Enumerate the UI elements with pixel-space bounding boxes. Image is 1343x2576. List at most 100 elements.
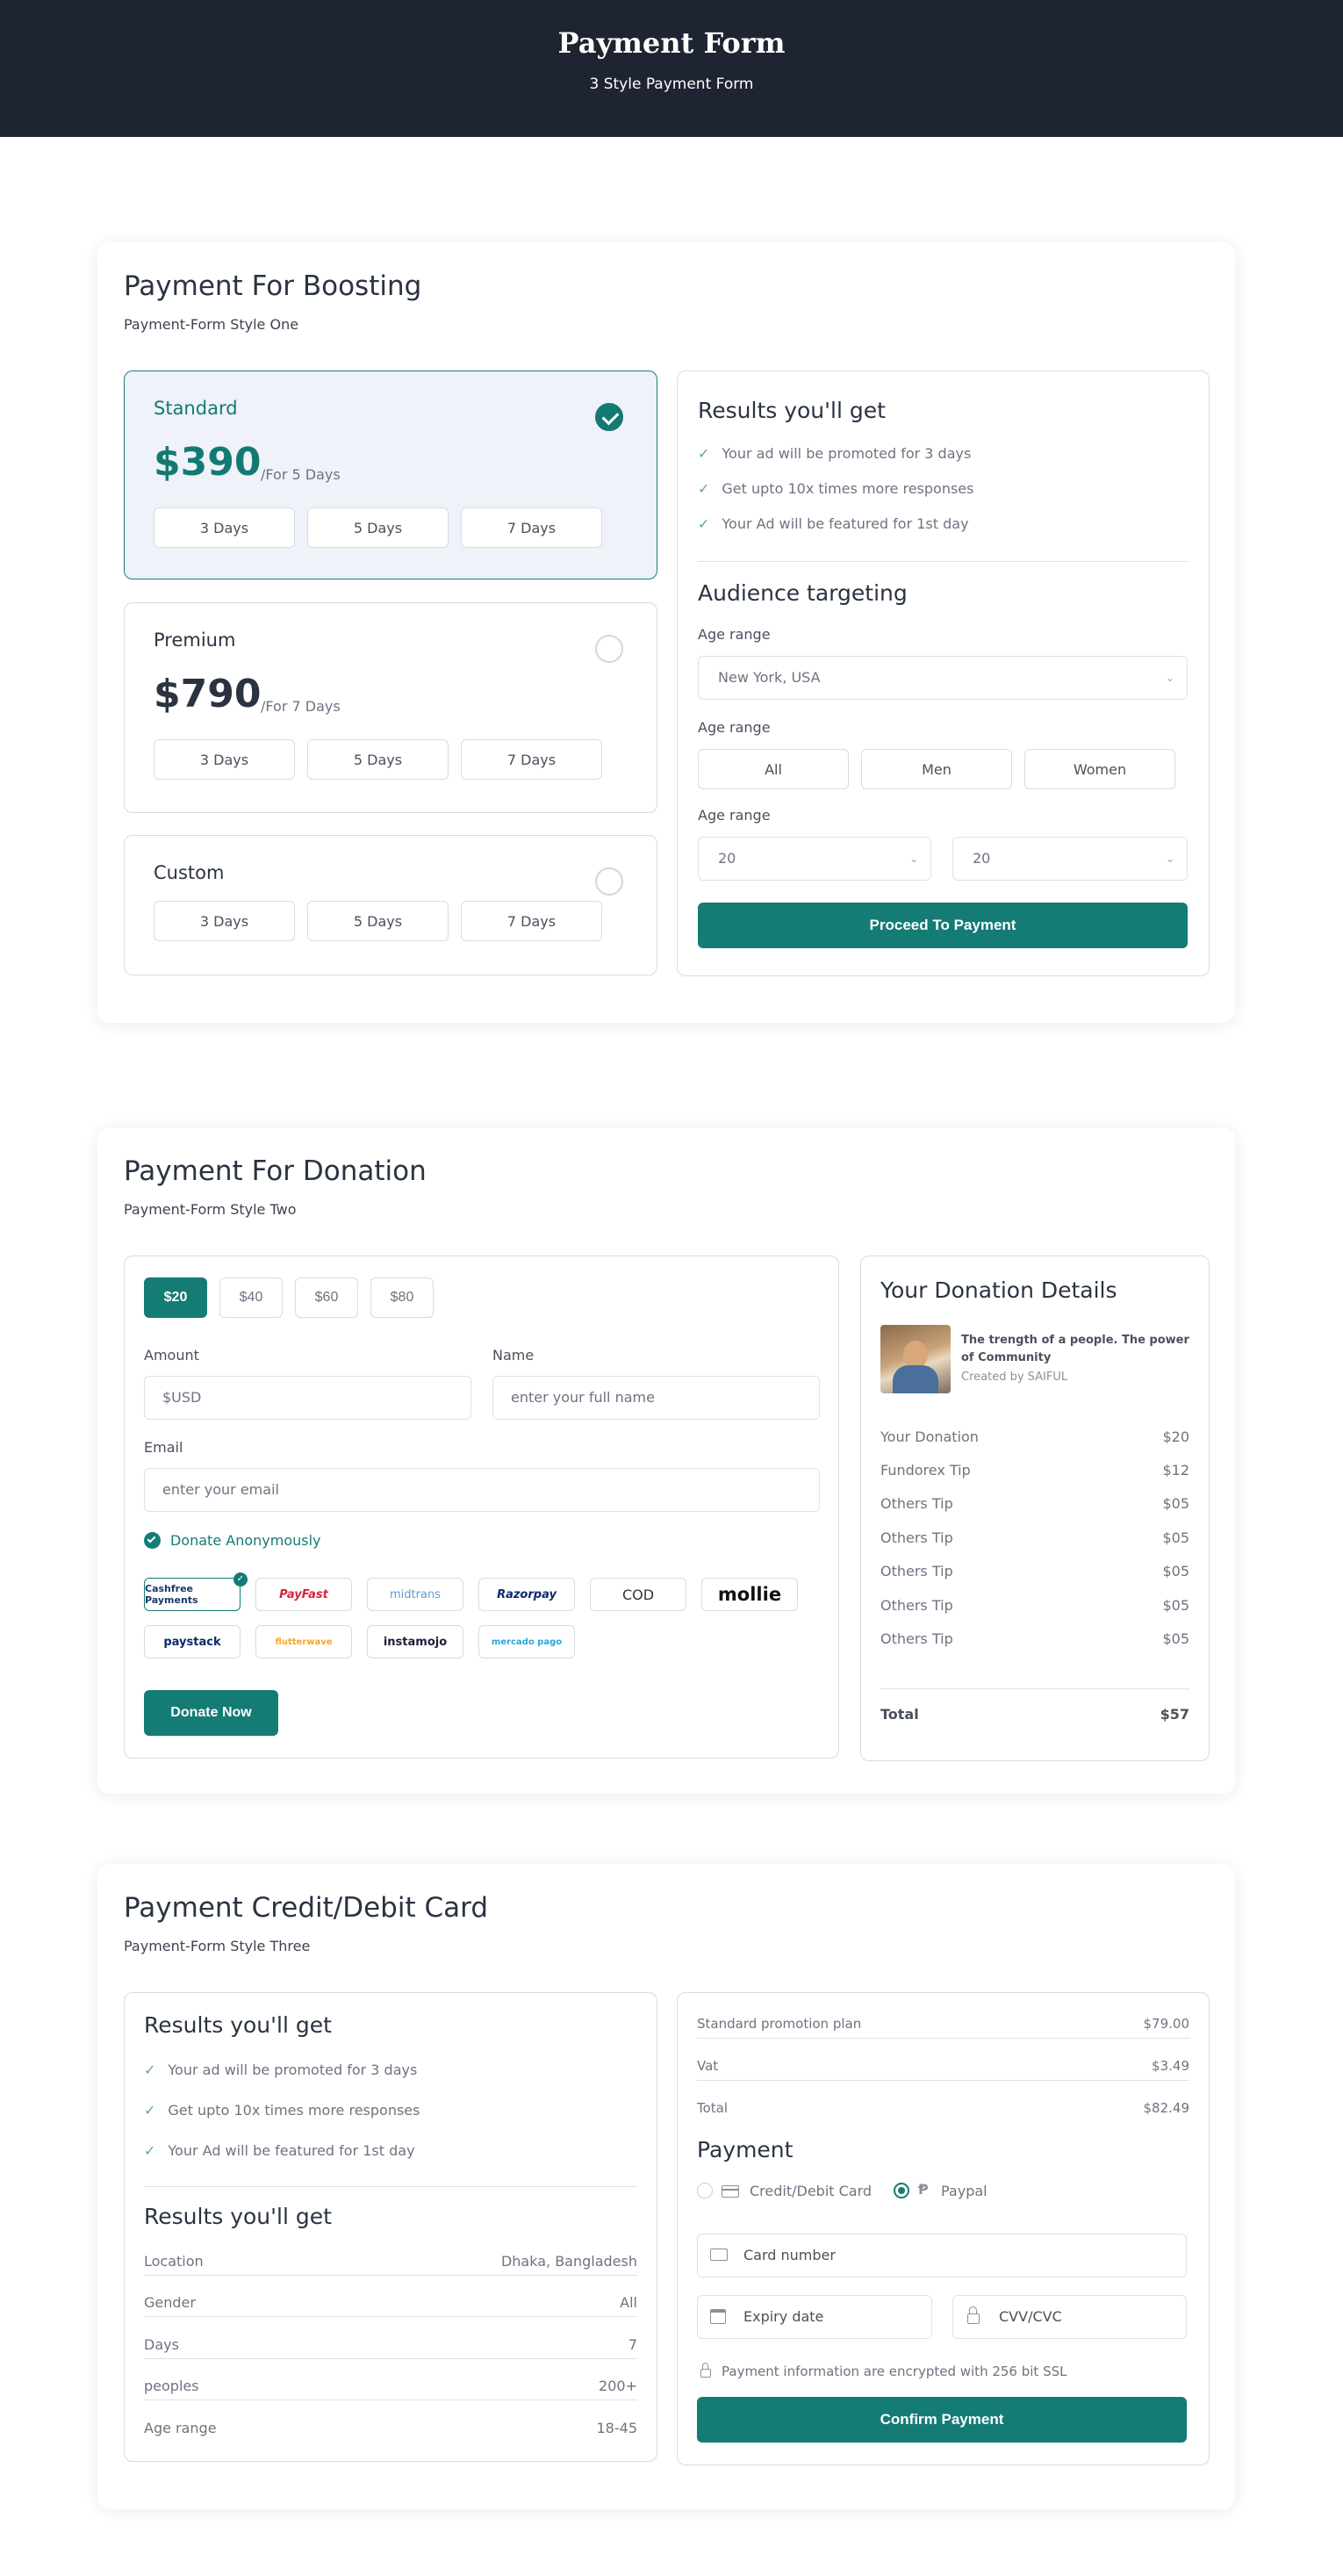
- amount-option[interactable]: $20: [144, 1277, 207, 1318]
- confirm-payment-button[interactable]: Confirm Payment: [697, 2397, 1187, 2443]
- gateway-paystack[interactable]: paystack: [144, 1625, 241, 1659]
- location-select[interactable]: New York, USA ⌄: [698, 656, 1188, 700]
- credit-card-icon: [710, 2249, 728, 2261]
- email-label: Email: [144, 1439, 183, 1456]
- day-option[interactable]: 7 Days: [461, 739, 602, 780]
- divider: [880, 1688, 1189, 1689]
- gateway-midtrans[interactable]: midtrans: [367, 1578, 463, 1611]
- check-icon: ✓: [698, 480, 710, 497]
- cvv-input[interactable]: CVV/CVC: [952, 2295, 1187, 2339]
- gender-men-button[interactable]: Men: [861, 749, 1012, 789]
- name-input[interactable]: enter your full name: [492, 1376, 820, 1420]
- card-method-label[interactable]: Credit/Debit Card: [750, 2183, 872, 2199]
- check-icon: ✓: [698, 515, 710, 532]
- day-option[interactable]: 3 Days: [154, 507, 295, 548]
- card-number-input[interactable]: Card number: [697, 2234, 1187, 2277]
- detail-row: Others Tip $05: [880, 1563, 1189, 1579]
- day-option[interactable]: 5 Days: [307, 507, 449, 548]
- result-item: ✓ Get upto 10x times more responses: [698, 480, 974, 497]
- boosting-card: Payment For Boosting Payment-Form Style …: [97, 242, 1235, 1023]
- plan-price: $790: [154, 672, 262, 716]
- credit-card-icon: [722, 2185, 739, 2198]
- gateway-instamojo[interactable]: instamojo: [367, 1625, 463, 1659]
- plan-price: $390: [154, 440, 262, 485]
- gateway-payfast[interactable]: PayFast: [255, 1578, 352, 1611]
- age-range-label: Age range: [698, 626, 771, 643]
- paypal-method-radio[interactable]: [894, 2183, 909, 2198]
- result-item: ✓ Your ad will be promoted for 3 days: [698, 445, 972, 462]
- chevron-down-icon: ⌄: [908, 853, 918, 865]
- results-title-2: Results you'll get: [144, 2204, 332, 2229]
- day-option[interactable]: 5 Days: [307, 901, 449, 941]
- email-input[interactable]: enter your email: [144, 1468, 820, 1512]
- plan-radio-checked[interactable]: [595, 403, 623, 431]
- day-option[interactable]: 7 Days: [461, 901, 602, 941]
- audience-title: Audience targeting: [698, 580, 908, 606]
- summary-row: Total $82.49: [697, 2100, 1189, 2116]
- gateway-razorpay[interactable]: Razorpay: [478, 1578, 575, 1611]
- expiry-input[interactable]: Expiry date: [697, 2295, 932, 2339]
- paypal-method-label[interactable]: Paypal: [941, 2183, 988, 2199]
- chevron-down-icon: ⌄: [1165, 672, 1174, 684]
- gateway-mercadopago[interactable]: mercado pago: [478, 1625, 575, 1659]
- section-title: Payment For Donation: [124, 1155, 427, 1187]
- donation-card: Payment For Donation Payment-Form Style …: [97, 1127, 1235, 1794]
- section-title: Payment For Boosting: [124, 270, 422, 302]
- divider: [698, 561, 1189, 562]
- campaign-creator: Created by SAIFUL: [961, 1371, 1068, 1384]
- total-row: Total $57: [880, 1706, 1189, 1723]
- plan-standard[interactable]: Standard $390 /For 5 Days 3 Days 5 Days …: [124, 371, 657, 579]
- check-icon: ✓: [144, 2062, 156, 2078]
- page-subtitle: 3 Style Payment Form: [589, 76, 754, 93]
- amount-option[interactable]: $40: [219, 1277, 283, 1318]
- donate-now-button[interactable]: Donate Now: [144, 1690, 278, 1736]
- payment-panel: Standard promotion plan $79.00 Vat $3.49 T…: [677, 1992, 1210, 2465]
- payment-title: Payment: [697, 2137, 794, 2162]
- results-panel: Results you'll get ✓ Your ad will be prom…: [677, 371, 1210, 976]
- detail-row: Others Tip $05: [880, 1597, 1189, 1614]
- calendar-icon: [710, 2309, 726, 2324]
- campaign-thumbnail: [880, 1325, 951, 1393]
- card-method-radio[interactable]: [697, 2183, 713, 2198]
- day-option[interactable]: 3 Days: [154, 901, 295, 941]
- anon-checkbox[interactable]: [144, 1532, 161, 1549]
- result-item: ✓ Your ad will be promoted for 3 days: [144, 2062, 418, 2078]
- page-header: Payment Form 3 Style Payment Form: [0, 0, 1343, 137]
- day-option[interactable]: 5 Days: [307, 739, 449, 780]
- age-to-select[interactable]: 20 ⌄: [952, 837, 1188, 881]
- day-option[interactable]: 3 Days: [154, 739, 295, 780]
- result-item: ✓ Your Ad will be featured for 1st day: [698, 515, 969, 532]
- plan-name: Custom: [154, 862, 225, 883]
- result-item: ✓ Get upto 10x times more responses: [144, 2102, 420, 2119]
- check-icon: ✓: [144, 2142, 156, 2159]
- gender-all-button[interactable]: All: [698, 749, 849, 789]
- ssl-note: Payment information are encrypted with 2…: [722, 2364, 1067, 2379]
- gateway-cashfree[interactable]: Cashfree Payments: [144, 1578, 241, 1611]
- card-results-panel: Results you'll get ✓ Your ad will be prom…: [124, 1992, 657, 2462]
- divider: [144, 2186, 637, 2187]
- amount-option[interactable]: $80: [370, 1277, 434, 1318]
- day-option[interactable]: 7 Days: [461, 507, 602, 548]
- info-row: Age range 18-45: [144, 2420, 637, 2436]
- detail-row: Others Tip $05: [880, 1495, 1189, 1512]
- gender-women-button[interactable]: Women: [1024, 749, 1175, 789]
- plan-custom[interactable]: Custom 3 Days 5 Days 7 Days: [124, 835, 657, 975]
- amount-option[interactable]: $60: [295, 1277, 358, 1318]
- plan-period: /For 5 Days: [261, 466, 341, 483]
- plan-premium[interactable]: Premium $790 /For 7 Days 3 Days 5 Days 7…: [124, 602, 657, 813]
- age-range-label: Age range: [698, 719, 771, 736]
- plan-radio[interactable]: [595, 635, 623, 663]
- section-title: Payment Credit/Debit Card: [124, 1892, 489, 1924]
- detail-row: Others Tip $05: [880, 1529, 1189, 1546]
- age-from-select[interactable]: 20 ⌄: [698, 837, 931, 881]
- section-subtitle: Payment-Form Style Two: [124, 1201, 297, 1218]
- check-icon: ✓: [144, 2102, 156, 2119]
- check-icon: ✓: [233, 1572, 248, 1587]
- plan-radio[interactable]: [595, 867, 623, 896]
- gateway-mollie[interactable]: mollie: [701, 1578, 798, 1611]
- proceed-to-payment-button[interactable]: Proceed To Payment: [698, 903, 1188, 948]
- gateway-flutterwave[interactable]: flutterwave: [255, 1625, 352, 1659]
- amount-input[interactable]: $USD: [144, 1376, 471, 1420]
- gateway-cod[interactable]: COD: [590, 1578, 686, 1611]
- chevron-down-icon: ⌄: [1165, 853, 1174, 865]
